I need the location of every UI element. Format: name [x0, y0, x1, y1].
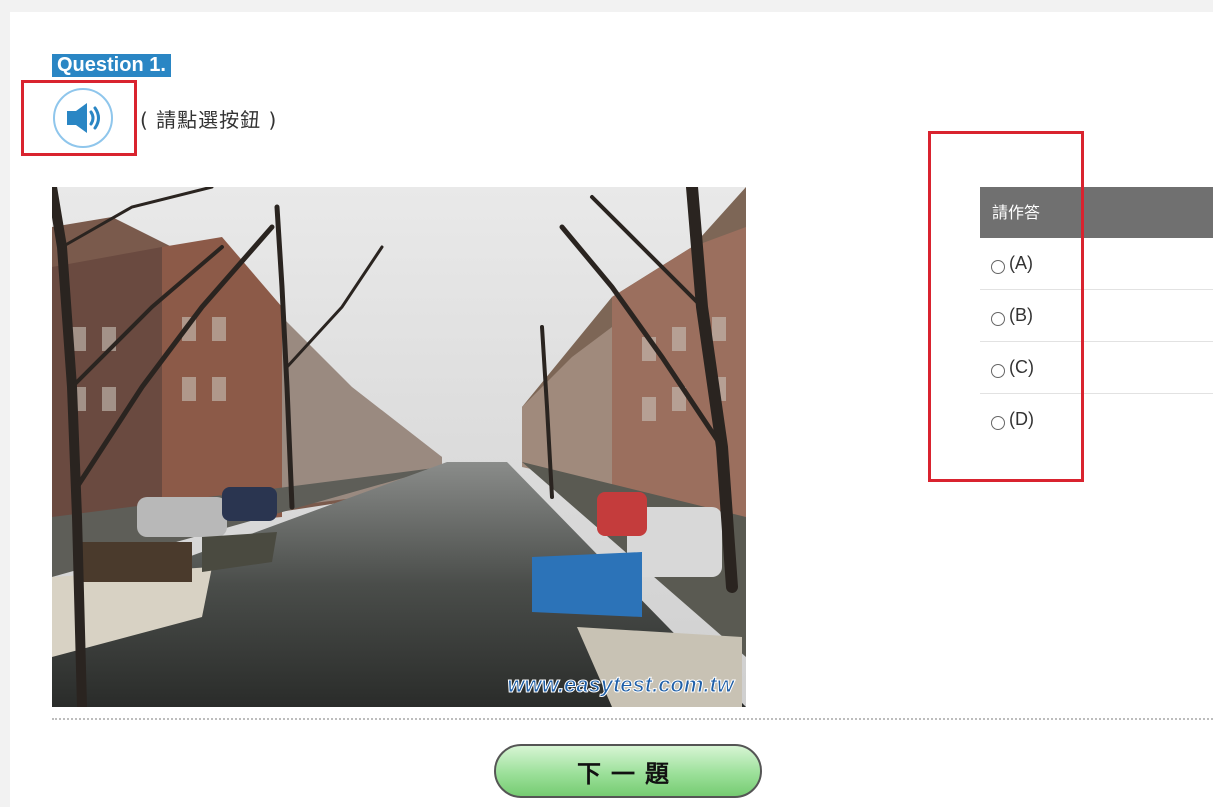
photo-watermark: www.easytest.com.tw	[507, 672, 735, 697]
radio-c[interactable]	[991, 363, 1005, 378]
radio-d[interactable]	[991, 415, 1005, 430]
option-d[interactable]: (D)	[980, 394, 1213, 445]
option-b[interactable]: (B)	[980, 290, 1213, 342]
option-b-label: (B)	[1009, 305, 1033, 325]
next-question-button[interactable]: 下一題	[494, 744, 762, 798]
speaker-icon	[67, 103, 100, 133]
audio-play-button[interactable]	[53, 88, 113, 148]
canal-scene-image: www.easytest.com.tw	[52, 187, 746, 707]
option-d-label: (D)	[1009, 409, 1034, 429]
question-photo: www.easytest.com.tw	[52, 187, 746, 707]
answer-header: 請作答	[980, 187, 1213, 238]
radio-b[interactable]	[991, 311, 1005, 326]
option-a-label: (A)	[1009, 253, 1033, 273]
audio-hint-text: ( 請點選按鈕 )	[140, 108, 278, 132]
answer-panel: 請作答 (A) (B) (C) (D)	[980, 187, 1213, 445]
question-label: Question 1.	[52, 54, 171, 77]
option-a[interactable]: (A)	[980, 238, 1213, 290]
divider	[52, 718, 1213, 720]
radio-a[interactable]	[991, 259, 1005, 274]
option-c-label: (C)	[1009, 357, 1034, 377]
option-c[interactable]: (C)	[980, 342, 1213, 394]
